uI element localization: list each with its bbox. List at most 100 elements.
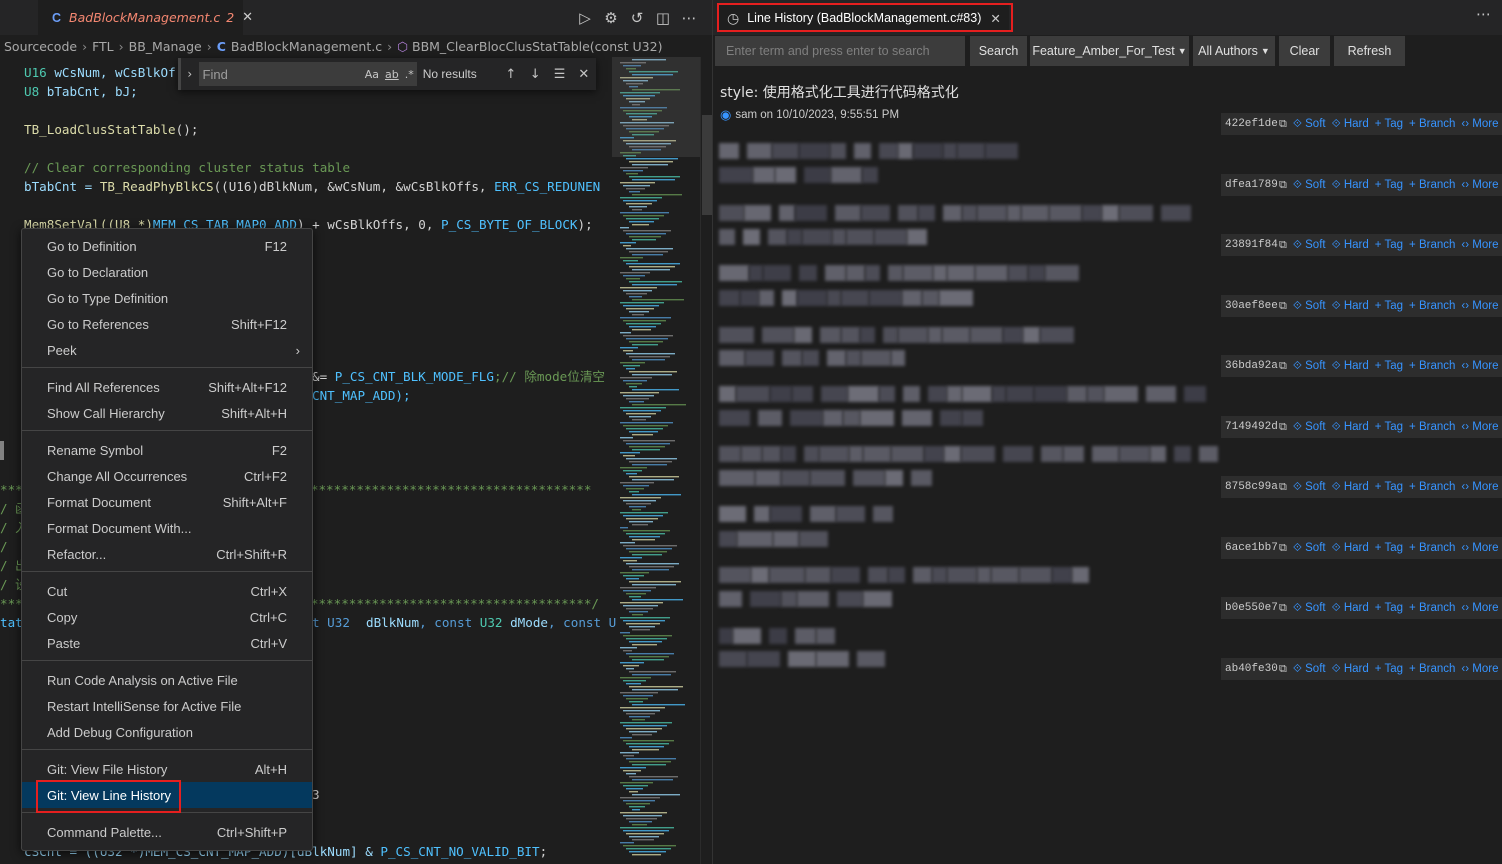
menu-item-copy[interactable]: Copy Ctrl+C (22, 604, 312, 630)
reset-soft-button[interactable]: ⟐ Soft (1293, 300, 1326, 313)
more-icon[interactable]: ⋯ (678, 9, 700, 27)
create-branch-button[interactable]: + Branch (1409, 602, 1455, 614)
history-search-input[interactable] (715, 36, 965, 66)
create-branch-button[interactable]: + Branch (1409, 239, 1455, 251)
reset-soft-button[interactable]: ⟐ Soft (1293, 542, 1326, 555)
more-actions-button[interactable]: ‹› More (1461, 421, 1498, 433)
reset-hard-button[interactable]: ⟐ Hard (1332, 542, 1369, 555)
split-editor-icon[interactable]: ◫ (652, 9, 674, 27)
branch-filter-dropdown[interactable]: Feature_Amber_For_Test ▼ (1030, 36, 1189, 66)
copy-icon[interactable]: ⧉ (1279, 118, 1287, 131)
breadcrumb-item[interactable]: BB_Manage (129, 39, 202, 54)
minimap[interactable] (612, 57, 700, 864)
more-actions-button[interactable]: ‹› More (1461, 239, 1498, 251)
menu-item-rename-symbol[interactable]: Rename Symbol F2 (22, 437, 312, 463)
reset-soft-button[interactable]: ⟐ Soft (1293, 239, 1326, 252)
more-actions-button[interactable]: ‹› More (1461, 663, 1498, 675)
commit-hash[interactable]: ab40fe30 (1225, 663, 1278, 675)
chevron-right-icon[interactable]: › (181, 67, 199, 81)
clear-button[interactable]: Clear (1279, 36, 1330, 66)
menu-item-add-debug-configuration[interactable]: Add Debug Configuration (22, 719, 312, 745)
menu-item-go-to-references[interactable]: Go to References Shift+F12 (22, 311, 312, 337)
find-input[interactable] (202, 66, 362, 82)
commit-hash[interactable]: 8758c99a (1225, 481, 1278, 493)
menu-item-cut[interactable]: Cut Ctrl+X (22, 578, 312, 604)
arrow-up-icon[interactable]: ↑ (499, 67, 523, 82)
commit-hash[interactable]: 422ef1de (1225, 118, 1278, 130)
more-actions-button[interactable]: ‹› More (1461, 481, 1498, 493)
copy-icon[interactable]: ⧉ (1279, 300, 1287, 313)
menu-item-peek[interactable]: Peek › (22, 337, 312, 363)
menu-item-find-all-references[interactable]: Find All References Shift+Alt+F12 (22, 374, 312, 400)
menu-item-refactor[interactable]: Refactor... Ctrl+Shift+R (22, 541, 312, 567)
search-button[interactable]: Search (970, 36, 1027, 66)
reset-hard-button[interactable]: ⟐ Hard (1332, 118, 1369, 131)
commit-message[interactable]: style: 使用格式化工具进行代码格式化 (720, 82, 959, 102)
copy-icon[interactable]: ⧉ (1279, 239, 1287, 252)
commit-hash[interactable]: 7149492d (1225, 421, 1278, 433)
create-tag-button[interactable]: + Tag (1375, 421, 1403, 433)
menu-item-git-view-file-history[interactable]: Git: View File History Alt+H (22, 756, 312, 782)
menu-item-show-call-hierarchy[interactable]: Show Call Hierarchy Shift+Alt+H (22, 400, 312, 426)
commit-hash[interactable]: dfea1789 (1225, 179, 1278, 191)
more-actions-button[interactable]: ‹› More (1461, 179, 1498, 191)
regex-toggle[interactable]: .* (405, 68, 414, 81)
more-actions-button[interactable]: ‹› More (1461, 542, 1498, 554)
menu-item-paste[interactable]: Paste Ctrl+V (22, 630, 312, 656)
copy-icon[interactable]: ⧉ (1279, 179, 1287, 192)
more-actions-button[interactable]: ‹› More (1461, 300, 1498, 312)
editor-tab[interactable]: C BadBlockManagement.c 2 ✕ (38, 0, 253, 35)
copy-icon[interactable]: ⧉ (1279, 360, 1287, 373)
copy-icon[interactable]: ⧉ (1279, 421, 1287, 434)
menu-item-go-to-declaration[interactable]: Go to Declaration (22, 259, 312, 285)
scrollbar-thumb[interactable] (702, 115, 712, 215)
create-tag-button[interactable]: + Tag (1375, 360, 1403, 372)
menu-item-change-all-occurrences[interactable]: Change All Occurrences Ctrl+F2 (22, 463, 312, 489)
reset-hard-button[interactable]: ⟐ Hard (1332, 179, 1369, 192)
menu-item-command-palette[interactable]: Command Palette... Ctrl+Shift+P (22, 819, 312, 845)
reset-soft-button[interactable]: ⟐ Soft (1293, 118, 1326, 131)
create-branch-button[interactable]: + Branch (1409, 179, 1455, 191)
menu-item-go-to-type-definition[interactable]: Go to Type Definition (22, 285, 312, 311)
reset-hard-button[interactable]: ⟐ Hard (1332, 602, 1369, 615)
create-branch-button[interactable]: + Branch (1409, 481, 1455, 493)
arrow-down-icon[interactable]: ↓ (523, 67, 547, 82)
menu-item-format-document[interactable]: Format Document Shift+Alt+F (22, 489, 312, 515)
vertical-scrollbar[interactable] (700, 57, 712, 864)
commit-hash[interactable]: b0e550e7 (1225, 602, 1278, 614)
breadcrumb-item[interactable]: FTL (92, 39, 114, 54)
breadcrumb-item[interactable]: Sourcecode (4, 39, 77, 54)
reset-hard-button[interactable]: ⟐ Hard (1332, 360, 1369, 373)
create-branch-button[interactable]: + Branch (1409, 118, 1455, 130)
create-branch-button[interactable]: + Branch (1409, 300, 1455, 312)
create-branch-button[interactable]: + Branch (1409, 663, 1455, 675)
more-actions-button[interactable]: ‹› More (1461, 602, 1498, 614)
reset-hard-button[interactable]: ⟐ Hard (1332, 300, 1369, 313)
selection-icon[interactable]: ☰ (547, 67, 571, 82)
match-case-toggle[interactable]: Aa (365, 68, 379, 81)
eye-icon[interactable]: ◉ (720, 107, 731, 123)
close-icon[interactable]: ✕ (572, 67, 596, 82)
reset-soft-button[interactable]: ⟐ Soft (1293, 602, 1326, 615)
close-icon[interactable]: ✕ (242, 10, 253, 25)
create-tag-button[interactable]: + Tag (1375, 663, 1403, 675)
reset-hard-button[interactable]: ⟐ Hard (1332, 421, 1369, 434)
copy-icon[interactable]: ⧉ (1279, 602, 1287, 615)
reset-soft-button[interactable]: ⟐ Soft (1293, 481, 1326, 494)
more-actions-button[interactable]: ‹› More (1461, 118, 1498, 130)
create-branch-button[interactable]: + Branch (1409, 360, 1455, 372)
reset-soft-button[interactable]: ⟐ Soft (1293, 179, 1326, 192)
create-branch-button[interactable]: + Branch (1409, 421, 1455, 433)
create-tag-button[interactable]: + Tag (1375, 481, 1403, 493)
reset-hard-button[interactable]: ⟐ Hard (1332, 663, 1369, 676)
breadcrumb-item[interactable]: BadBlockManagement.c (231, 39, 382, 54)
create-tag-button[interactable]: + Tag (1375, 118, 1403, 130)
reset-soft-button[interactable]: ⟐ Soft (1293, 360, 1326, 373)
history-icon[interactable]: ↺ (626, 9, 648, 27)
menu-item-go-to-definition[interactable]: Go to Definition F12 (22, 233, 312, 259)
more-icon[interactable]: ⋯ (1476, 5, 1491, 23)
create-tag-button[interactable]: + Tag (1375, 300, 1403, 312)
copy-icon[interactable]: ⧉ (1279, 481, 1287, 494)
create-tag-button[interactable]: + Tag (1375, 602, 1403, 614)
copy-icon[interactable]: ⧉ (1279, 542, 1287, 555)
